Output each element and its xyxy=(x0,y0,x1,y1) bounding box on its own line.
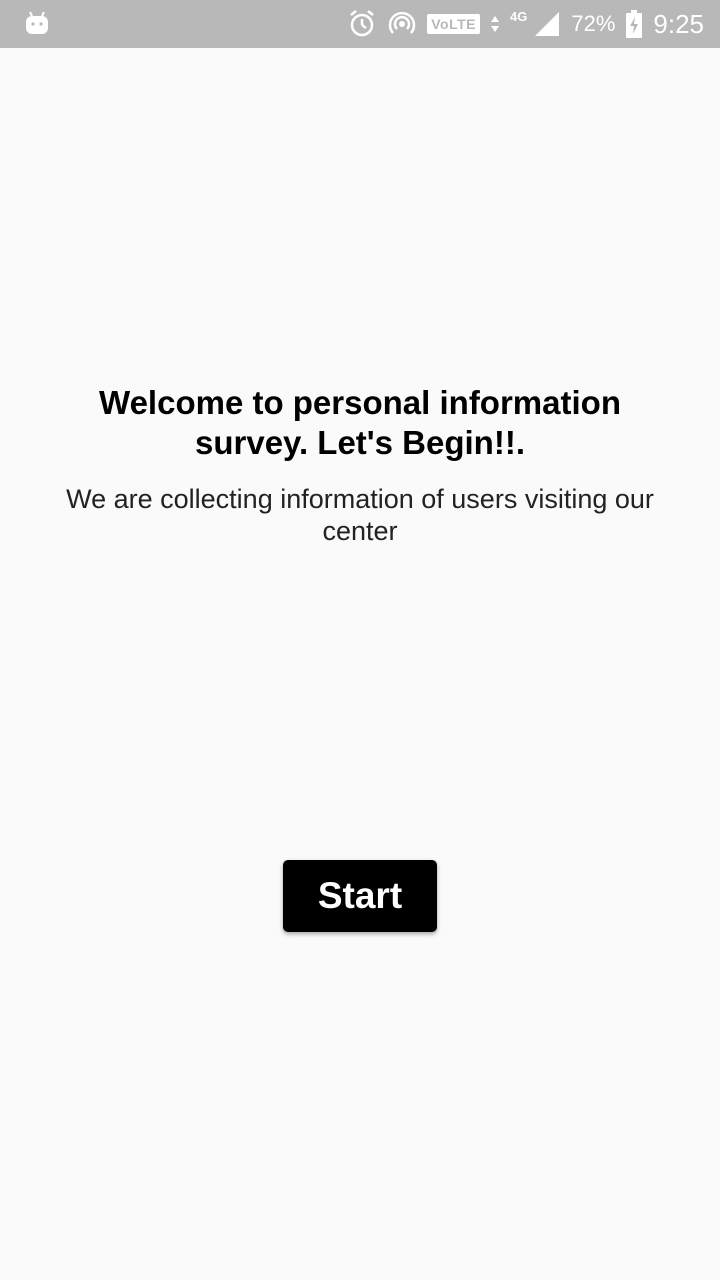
status-icons: VoLTE 4G 72% 9:25 xyxy=(347,0,704,48)
alarm-clock-icon xyxy=(347,9,377,39)
battery-charging-icon xyxy=(625,9,643,39)
data-arrows-icon xyxy=(490,14,500,34)
volte-badge: VoLTE xyxy=(427,14,480,34)
status-bar: VoLTE 4G 72% 9:25 xyxy=(0,0,720,48)
start-button[interactable]: Start xyxy=(283,860,437,932)
android-notification-icon xyxy=(24,10,50,36)
cell-signal-icon xyxy=(533,10,561,38)
page-title: Welcome to personal information survey. … xyxy=(99,384,621,461)
battery-percent: 72% xyxy=(571,11,616,36)
main-content: Welcome to personal information survey. … xyxy=(0,48,720,1280)
clock: 9:25 xyxy=(653,8,704,39)
page-subtitle: We are collecting information of users v… xyxy=(66,484,654,546)
network-type: 4G xyxy=(510,8,528,24)
hotspot-icon xyxy=(387,9,417,39)
